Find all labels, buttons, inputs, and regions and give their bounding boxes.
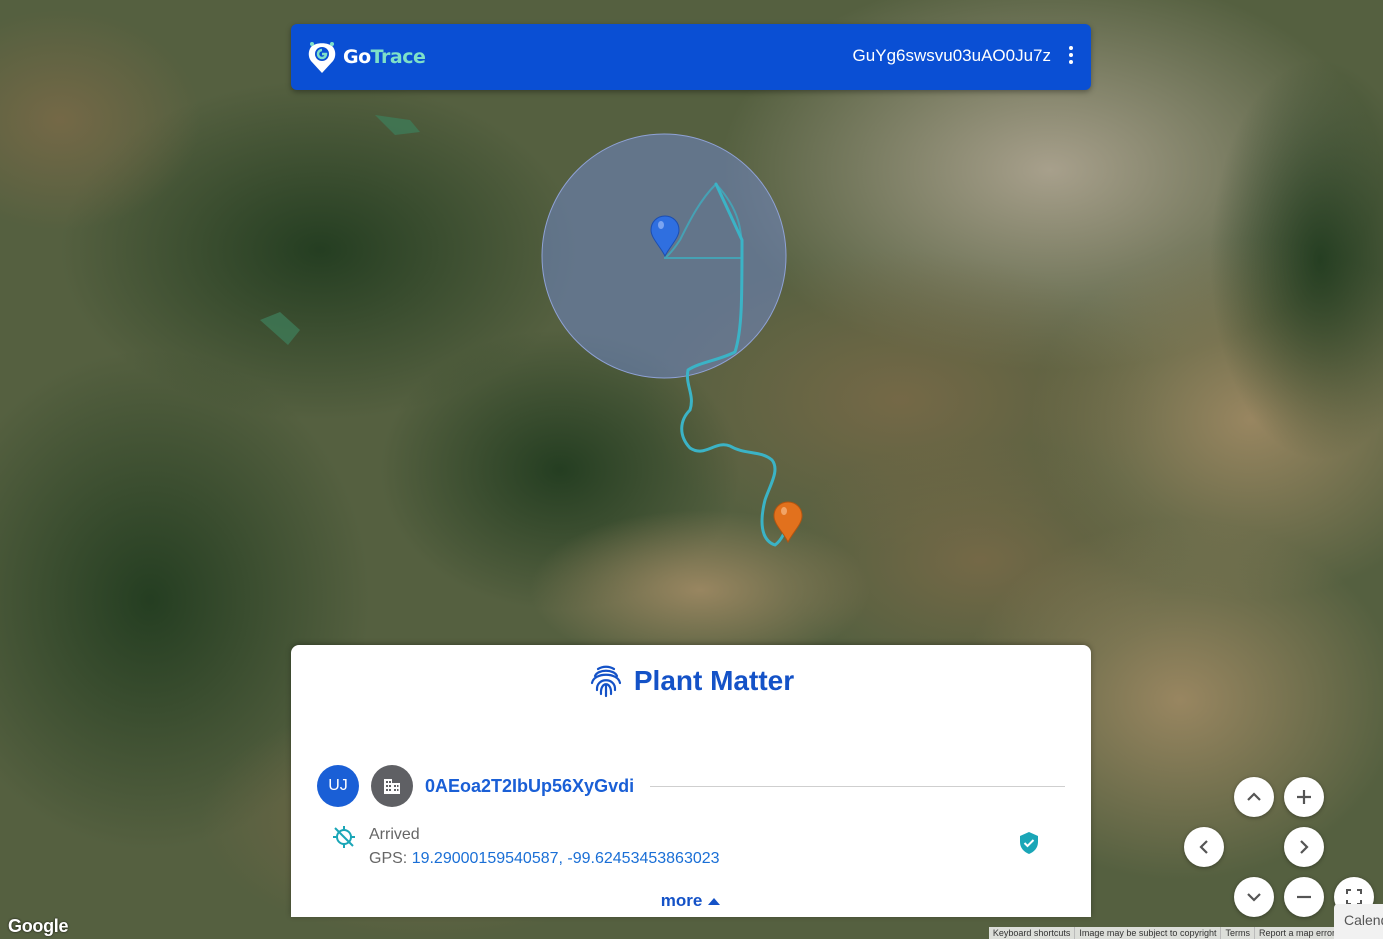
user-avatar[interactable]: UJ (317, 765, 359, 807)
logo-trace-text: Trace (370, 46, 426, 68)
logo-go-text: Go (343, 46, 371, 68)
zoom-out-button[interactable] (1284, 877, 1324, 917)
app-header: GoTrace GuYg6swsvu03uAO0Ju7z (291, 24, 1091, 90)
entity-id-link[interactable]: 0AEoa2T2IbUp56XyGvdi (425, 776, 634, 797)
tracking-id: GuYg6swsvu03uAO0Ju7z (852, 46, 1051, 65)
gotrace-logo[interactable]: GoTrace (307, 38, 426, 76)
chevron-up-icon (1247, 792, 1261, 801)
zoom-in-button[interactable] (1284, 777, 1324, 817)
pan-left-button[interactable] (1184, 827, 1224, 867)
more-toggle[interactable]: more (291, 891, 1091, 911)
building-icon (384, 779, 400, 794)
location-disabled-icon (333, 826, 355, 848)
keyboard-shortcuts-link[interactable]: Keyboard shortcuts (989, 927, 1075, 939)
gps-label: GPS: (369, 850, 412, 867)
report-error-link[interactable]: Report a map error (1253, 927, 1339, 939)
copyright-notice: Image may be subject to copyright (1074, 927, 1220, 939)
more-options-icon[interactable] (1065, 46, 1077, 68)
gps-coordinates-link[interactable]: 19.29000159540587, -99.62453453863023 (412, 850, 720, 867)
pan-right-button[interactable] (1284, 827, 1324, 867)
minus-icon (1297, 895, 1311, 899)
fingerprint-icon (590, 665, 621, 698)
product-name: Plant Matter (633, 665, 795, 696)
map-attribution: Keyboard shortcuts Image may be subject … (988, 927, 1339, 939)
shipment-info-panel: Plant Matter UJ 0AEoa2T2IbUp56XyGvdi Arr… (291, 645, 1091, 917)
more-label: more (660, 891, 703, 910)
chevron-down-icon (1247, 893, 1261, 902)
google-logo: Google (8, 916, 69, 936)
caret-up-icon (708, 898, 721, 905)
organization-avatar[interactable] (371, 765, 413, 807)
chevron-right-icon (1300, 840, 1309, 854)
location-pin-logo-icon (308, 42, 336, 73)
status-label: Arrived (369, 826, 420, 843)
calendar-tab[interactable]: Calendar (1334, 904, 1383, 939)
plus-icon (1297, 790, 1311, 804)
custody-row: UJ 0AEoa2T2IbUp56XyGvdi (317, 765, 1065, 807)
panel-title: Plant Matter (291, 663, 1091, 699)
terms-link[interactable]: Terms (1220, 927, 1254, 939)
divider (650, 785, 1065, 787)
chevron-left-icon (1199, 840, 1208, 854)
pan-down-button[interactable] (1234, 877, 1274, 917)
verified-shield-icon (1020, 832, 1038, 854)
gps-line: GPS: 19.29000159540587, -99.624534538630… (369, 850, 720, 868)
pan-up-button[interactable] (1234, 777, 1274, 817)
